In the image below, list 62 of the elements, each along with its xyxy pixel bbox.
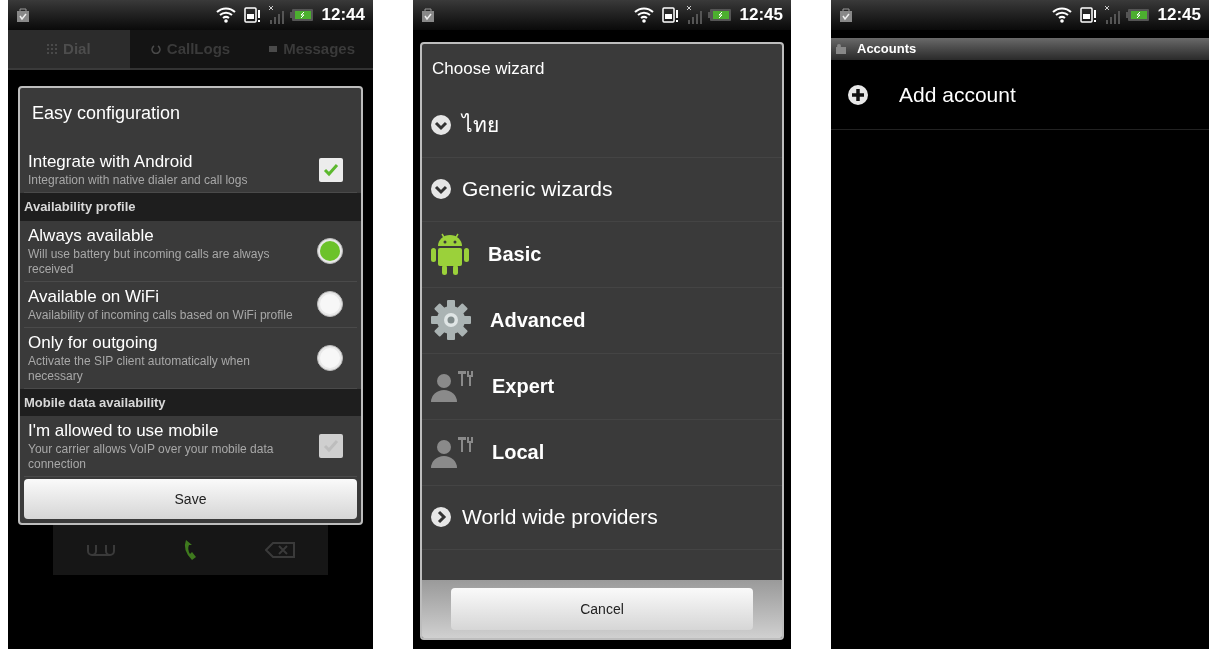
signal-icon bbox=[1103, 5, 1120, 25]
chevron-down-icon bbox=[430, 114, 452, 136]
history-icon bbox=[150, 44, 161, 54]
message-icon bbox=[269, 45, 278, 53]
section-header: Mobile data availability bbox=[20, 388, 361, 416]
option-summary: Activate the SIP client automatically when necessary bbox=[28, 353, 251, 384]
battery-icon bbox=[707, 8, 732, 22]
section-header: Availability profile bbox=[20, 193, 361, 221]
title-bar: Accounts bbox=[831, 38, 1209, 60]
notification-icon bbox=[839, 7, 853, 23]
notification-icon bbox=[421, 7, 435, 23]
wizard-item[interactable]: Local bbox=[422, 419, 782, 486]
cancel-button[interactable]: Cancel bbox=[451, 588, 753, 630]
radio-button[interactable] bbox=[317, 237, 343, 264]
category-item[interactable]: ไทย bbox=[422, 93, 782, 158]
option-title: Available on WiFi bbox=[28, 285, 161, 308]
app-icon bbox=[835, 43, 847, 55]
sim-card-icon bbox=[661, 6, 680, 24]
wizard-item[interactable]: Advanced bbox=[422, 287, 782, 354]
option-summary: Integration with native dialer and call logs bbox=[28, 173, 249, 188]
wizard-item[interactable]: Expert bbox=[422, 353, 782, 420]
option-summary: Will use battery but incoming calls are always received bbox=[28, 246, 271, 277]
voicemail-icon bbox=[86, 543, 117, 557]
radio-button[interactable] bbox=[317, 344, 343, 371]
option-summary: Your carrier allows VoIP over your mobile data connection bbox=[28, 442, 275, 472]
status-time: 12:44 bbox=[321, 4, 365, 27]
option-title: I'm allowed to use mobile bbox=[28, 420, 220, 442]
signal-icon bbox=[267, 5, 284, 25]
sim-card-icon bbox=[243, 6, 262, 24]
grid-icon bbox=[47, 44, 58, 54]
category-item[interactable]: World wide providers bbox=[422, 485, 782, 550]
list-item[interactable]: Add account bbox=[831, 60, 1209, 130]
wifi-icon bbox=[215, 7, 236, 23]
wizard-item[interactable]: Basic bbox=[422, 221, 782, 288]
notification-icon bbox=[16, 7, 30, 23]
gear-icon bbox=[430, 299, 472, 341]
save-button[interactable]: Save bbox=[24, 479, 357, 519]
person-with-tools-icon bbox=[430, 369, 474, 403]
status-time: 12:45 bbox=[739, 4, 783, 27]
dialog-title: Easy configuration bbox=[31, 102, 182, 125]
battery-icon bbox=[289, 8, 314, 22]
category-item[interactable]: Generic wizards bbox=[422, 157, 782, 222]
radio-button[interactable] bbox=[317, 291, 343, 317]
option-title: Only for outgoing bbox=[28, 331, 159, 354]
chevron-down-icon bbox=[430, 178, 452, 200]
chevron-right-icon bbox=[430, 506, 452, 528]
option-title: Integrate with Android bbox=[28, 151, 194, 173]
signal-icon bbox=[685, 5, 702, 25]
checkbox[interactable] bbox=[319, 157, 343, 182]
sim-card-icon bbox=[1079, 6, 1098, 24]
option-title: Always available bbox=[28, 224, 155, 247]
add-icon bbox=[847, 83, 869, 106]
phone-icon bbox=[182, 538, 199, 562]
wifi-icon bbox=[1051, 7, 1072, 23]
option-summary: Availability of incoming calls based on WiFi profile bbox=[28, 307, 294, 323]
status-time: 12:45 bbox=[1157, 4, 1201, 27]
battery-icon bbox=[1125, 8, 1150, 22]
backspace-icon bbox=[264, 542, 295, 558]
wifi-icon bbox=[633, 7, 654, 23]
android-robot-icon bbox=[430, 232, 470, 276]
dialog-title: Choose wizard bbox=[431, 58, 546, 80]
person-with-tools-icon bbox=[430, 435, 474, 469]
